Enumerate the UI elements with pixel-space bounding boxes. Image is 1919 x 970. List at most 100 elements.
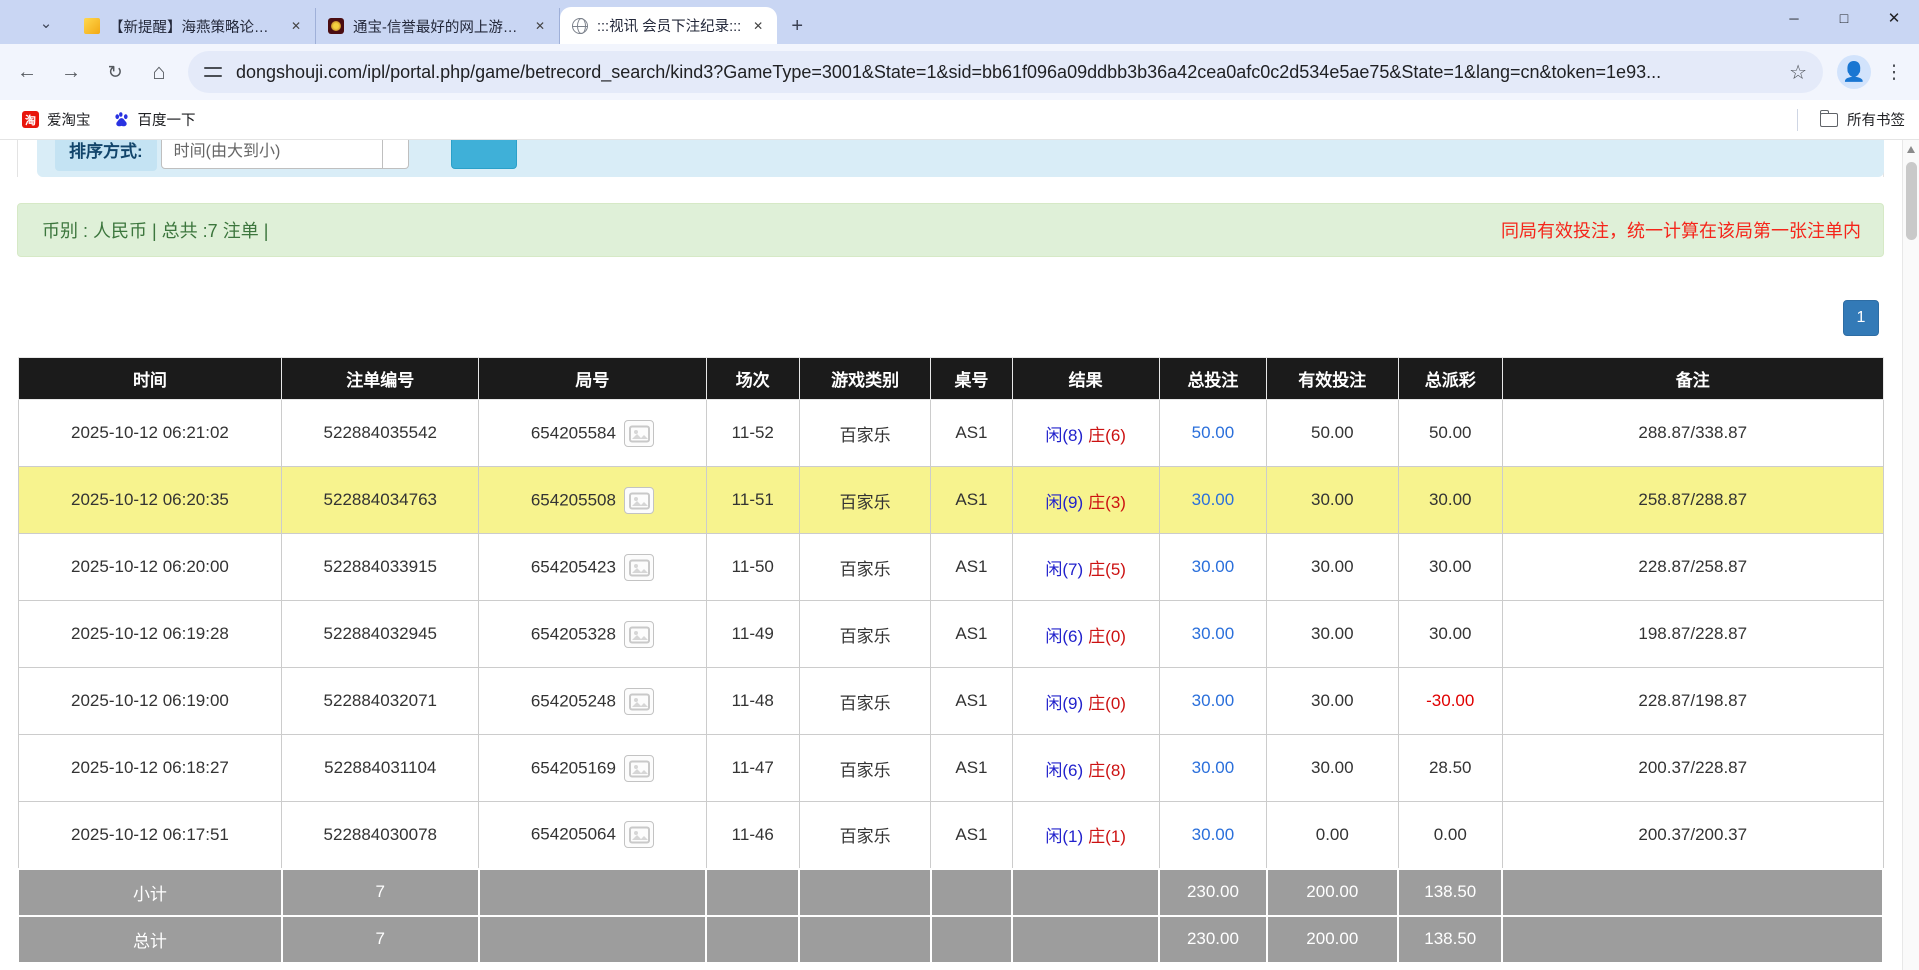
bet-id-cell: 522884031104	[282, 735, 479, 802]
tab-bet-record-active[interactable]: :::视讯 会员下注纪录::: ✕	[560, 7, 777, 44]
bookmark-label: 百度一下	[138, 109, 196, 130]
scrollbar-thumb[interactable]	[1906, 162, 1917, 240]
address-bar[interactable]: dongshouji.com/ipl/portal.php/game/betre…	[188, 51, 1823, 93]
bet-row: 2025-10-12 06:20:35522884034763654205508…	[18, 467, 1883, 534]
remark-cell: 200.37/200.37	[1502, 802, 1883, 869]
total-cell-0: 总计	[18, 916, 282, 963]
site-settings-icon[interactable]	[204, 66, 222, 78]
banker-result: 庄(6)	[1088, 426, 1126, 445]
forward-icon[interactable]: →	[54, 55, 88, 89]
url-text: dongshouji.com/ipl/portal.php/game/betre…	[236, 62, 1779, 83]
sort-select-cap	[383, 140, 409, 169]
tab-tongbao[interactable]: 通宝-信誉最好的网上游戏平台 ✕	[316, 8, 560, 44]
player-result: 闲(1)	[1045, 827, 1083, 846]
bet-id-cell: 522884035542	[282, 400, 479, 467]
column-header-0: 时间	[18, 358, 282, 400]
tab-close-icon[interactable]: ✕	[749, 17, 767, 35]
page-scrollbar[interactable]	[1902, 140, 1919, 970]
subtotal-cell-6	[1012, 869, 1159, 916]
round-number: 654205508	[531, 490, 616, 509]
round-video-icon[interactable]	[624, 755, 654, 782]
time-cell: 2025-10-12 06:21:02	[18, 400, 282, 467]
column-header-5: 桌号	[931, 358, 1012, 400]
bet-id-cell: 522884034763	[282, 467, 479, 534]
total-cell-8: 200.00	[1267, 916, 1398, 963]
banker-result: 庄(5)	[1088, 560, 1126, 579]
bet-row: 2025-10-12 06:20:00522884033915654205423…	[18, 534, 1883, 601]
round-number: 654205248	[531, 691, 616, 710]
remark-cell: 228.87/198.87	[1502, 668, 1883, 735]
close-button[interactable]: ✕	[1869, 0, 1919, 36]
result-cell: 闲(6)庄(0)	[1012, 601, 1159, 668]
subtotal-cell-3	[706, 869, 799, 916]
tab-forum[interactable]: 【新提醒】海燕策略论坛 - 综合 ✕	[72, 8, 316, 44]
total-bet-link[interactable]: 30.00	[1192, 557, 1235, 576]
subtotal-cell-0: 小计	[18, 869, 282, 916]
payout-cell: 30.00	[1398, 467, 1502, 534]
round-video-icon[interactable]	[624, 420, 654, 447]
total-cell-5	[931, 916, 1012, 963]
banker-result: 庄(1)	[1088, 827, 1126, 846]
page-number-button[interactable]: 1	[1843, 300, 1879, 336]
total-bet-link[interactable]: 30.00	[1192, 691, 1235, 710]
table-no-cell: AS1	[931, 802, 1012, 869]
round-number: 654205328	[531, 624, 616, 643]
payout-cell: 28.50	[1398, 735, 1502, 802]
round-video-icon[interactable]	[624, 821, 654, 848]
total-cell-4	[799, 916, 930, 963]
bet-record-table: 时间注单编号局号场次游戏类别桌号结果总投注有效投注总派彩备注 2025-10-1…	[17, 357, 1884, 964]
sort-select[interactable]: 时间(由大到小)	[161, 140, 383, 169]
scroll-up-icon[interactable]	[1907, 146, 1915, 153]
total-bet-link[interactable]: 30.00	[1192, 758, 1235, 777]
round-video-icon[interactable]	[624, 487, 654, 514]
payout-cell: -30.00	[1398, 668, 1502, 735]
bookmark-aitaobao[interactable]: 淘 爱淘宝	[22, 109, 91, 130]
tab-close-icon[interactable]: ✕	[531, 17, 549, 35]
total-bet-link[interactable]: 30.00	[1192, 825, 1235, 844]
game-type-cell: 百家乐	[799, 802, 930, 869]
remark-cell: 288.87/338.87	[1502, 400, 1883, 467]
total-cell-10	[1502, 916, 1883, 963]
subtotal-cell-8: 200.00	[1267, 869, 1398, 916]
home-icon[interactable]: ⌂	[142, 55, 176, 89]
profile-avatar[interactable]: 👤	[1837, 55, 1871, 89]
round-video-icon[interactable]	[624, 621, 654, 648]
bet-id-cell: 522884030078	[282, 802, 479, 869]
table-header-row: 时间注单编号局号场次游戏类别桌号结果总投注有效投注总派彩备注	[18, 358, 1883, 400]
maximize-button[interactable]: □	[1819, 0, 1869, 36]
total-bet-link[interactable]: 30.00	[1192, 490, 1235, 509]
column-header-1: 注单编号	[282, 358, 479, 400]
minimize-button[interactable]: ─	[1769, 0, 1819, 36]
bookmark-star-icon[interactable]: ☆	[1789, 60, 1807, 85]
subtotal-row: 小计7230.00200.00138.50	[18, 869, 1883, 916]
tab-list-chevron-icon[interactable]: ⌄	[34, 11, 58, 35]
back-icon[interactable]: ←	[10, 55, 44, 89]
player-result: 闲(6)	[1045, 761, 1083, 780]
valid-bet-cell: 50.00	[1267, 400, 1398, 467]
all-bookmarks-label[interactable]: 所有书签	[1847, 109, 1905, 130]
new-tab-button[interactable]: +	[783, 12, 811, 40]
tab-close-icon[interactable]: ✕	[287, 17, 305, 35]
window-controls: ─ □ ✕	[1769, 0, 1919, 36]
payout-cell: 0.00	[1398, 802, 1502, 869]
baidu-paw-icon	[113, 111, 130, 128]
round-number: 654205584	[531, 423, 616, 442]
total-bet-link[interactable]: 50.00	[1192, 423, 1235, 442]
search-button[interactable]	[451, 140, 517, 169]
round-video-icon[interactable]	[624, 554, 654, 581]
column-header-4: 游戏类别	[799, 358, 930, 400]
total-bet-cell: 30.00	[1159, 601, 1266, 668]
round-video-icon[interactable]	[624, 688, 654, 715]
session-cell: 11-48	[706, 668, 799, 735]
total-bet-link[interactable]: 30.00	[1192, 624, 1235, 643]
bet-id-cell: 522884032945	[282, 601, 479, 668]
subtotal-cell-5	[931, 869, 1012, 916]
bookmark-baidu[interactable]: 百度一下	[113, 109, 196, 130]
table-no-cell: AS1	[931, 668, 1012, 735]
bet-id-cell: 522884033915	[282, 534, 479, 601]
menu-kebab-icon[interactable]: ⋮	[1879, 55, 1909, 89]
session-cell: 11-46	[706, 802, 799, 869]
subtotal-cell-10	[1502, 869, 1883, 916]
reload-icon[interactable]: ↻	[98, 55, 132, 89]
column-header-9: 总派彩	[1398, 358, 1502, 400]
